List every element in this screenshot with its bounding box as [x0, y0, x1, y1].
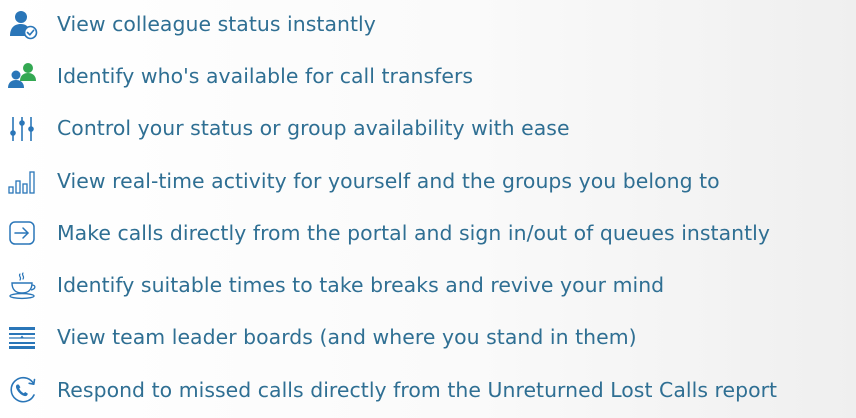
- feature-label: Identify suitable times to take breaks a…: [57, 273, 665, 297]
- coffee-cup-icon: [6, 269, 40, 301]
- feature-label: Identify who's available for call transf…: [57, 64, 474, 88]
- sign-in-icon: [6, 217, 40, 249]
- users-icon: [6, 60, 40, 92]
- feature-label: Make calls directly from the portal and …: [57, 221, 770, 245]
- user-check-icon: [6, 8, 40, 40]
- feature-label: View team leader boards (and where you s…: [57, 325, 637, 349]
- missed-call-icon: [6, 374, 40, 406]
- feature-label: Respond to missed calls directly from th…: [57, 378, 778, 402]
- leaderboard-icon: [6, 321, 40, 353]
- sliders-icon: [6, 112, 40, 144]
- bar-chart-icon: [6, 165, 40, 197]
- feature-label: View real-time activity for yourself and…: [57, 169, 720, 193]
- feature-label: Control your status or group availabilit…: [57, 116, 570, 140]
- feature-list: View colleague status instantly Identify…: [0, 0, 856, 418]
- feature-label: View colleague status instantly: [57, 12, 376, 36]
